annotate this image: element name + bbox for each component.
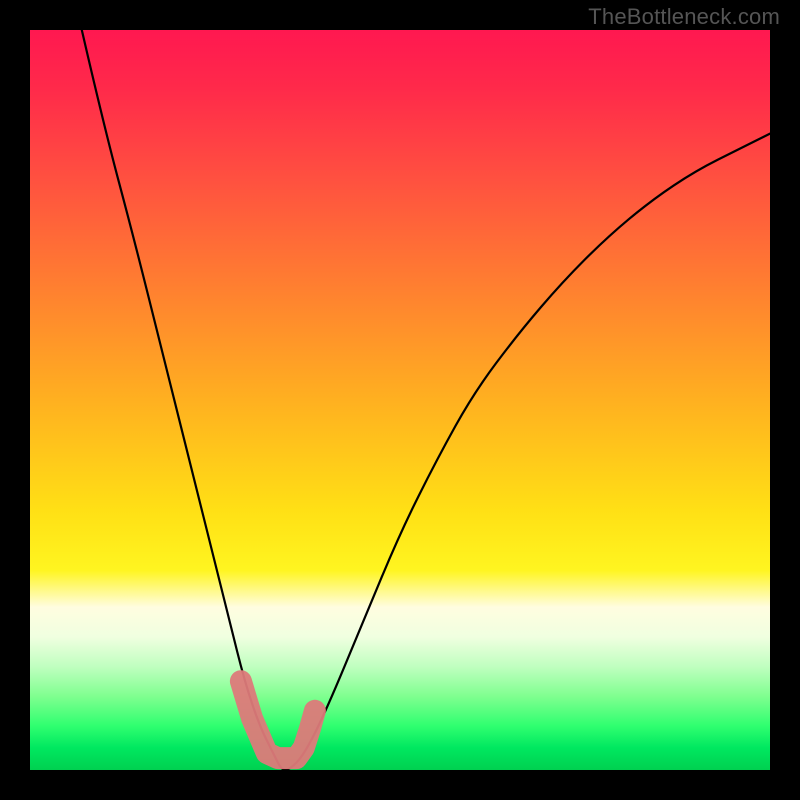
watermark-text: TheBottleneck.com bbox=[588, 4, 780, 30]
curve-line bbox=[82, 30, 770, 770]
bottleneck-chart bbox=[30, 30, 770, 770]
highlight-valley bbox=[241, 681, 315, 758]
